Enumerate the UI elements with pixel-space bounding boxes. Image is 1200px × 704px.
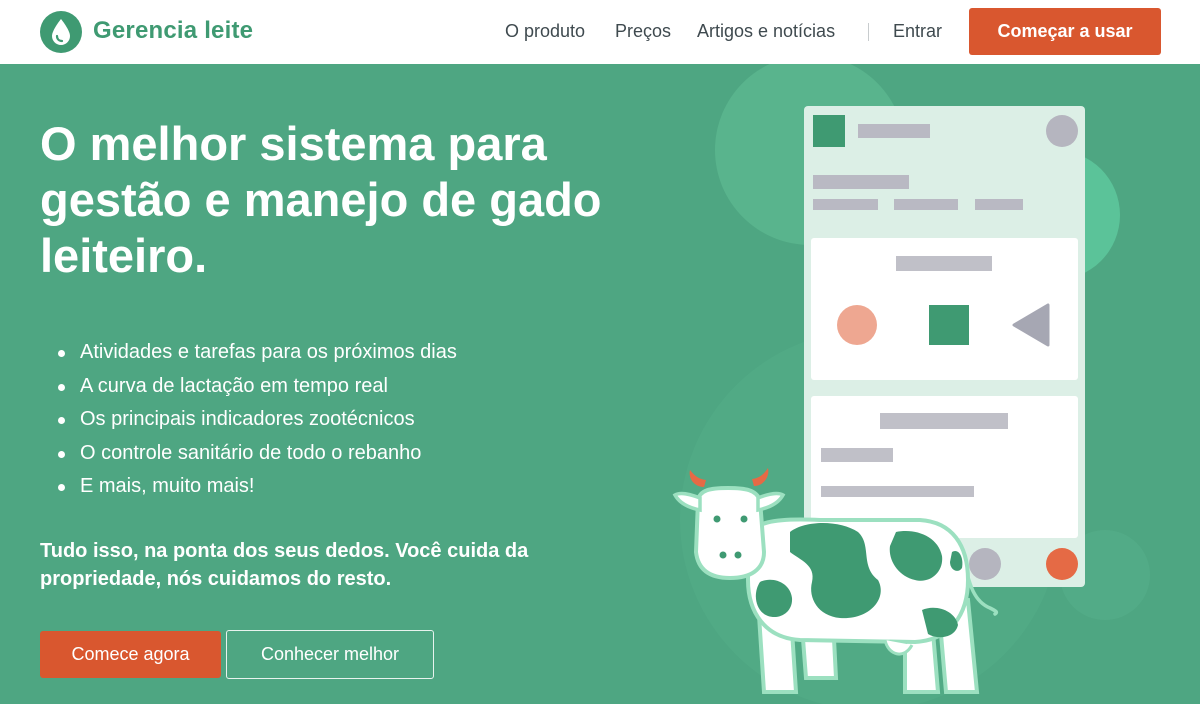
start-using-button[interactable]: Começar a usar: [969, 8, 1161, 55]
nav-link-articles[interactable]: Artigos e notícias: [697, 21, 835, 42]
feature-list: Atividades e tarefas para os próximos di…: [58, 336, 457, 504]
phone-mockup: [804, 106, 1085, 587]
feature-item: Atividades e tarefas para os próximos di…: [58, 336, 457, 370]
hero-section: O melhor sistema para gestão e manejo de…: [0, 64, 1200, 704]
milk-drop-icon[interactable]: [40, 11, 82, 53]
nav-divider: [868, 23, 869, 41]
feature-item: E mais, muito mais!: [58, 470, 457, 504]
hero-tagline: Tudo isso, na ponta dos seus dedos. Você…: [40, 540, 529, 590]
hero-title: O melhor sistema para gestão e manejo de…: [40, 117, 602, 282]
brand-name[interactable]: Gerencia leite: [93, 17, 253, 45]
learn-more-button[interactable]: Conhecer melhor: [226, 630, 434, 679]
login-link[interactable]: Entrar: [893, 21, 942, 42]
nav-link-pricing[interactable]: Preços: [615, 21, 671, 42]
nav-link-product[interactable]: O produto: [505, 21, 585, 42]
top-navigation-bar: Gerencia leite O produto Preços Artigos …: [0, 0, 1200, 64]
start-now-button[interactable]: Comece agora: [40, 631, 221, 678]
app-mockup-illustration: [672, 64, 1150, 704]
feature-item: Os principais indicadores zootécnicos: [58, 403, 457, 437]
feature-item: O controle sanitário de todo o rebanho: [58, 437, 457, 471]
feature-item: A curva de lactação em tempo real: [58, 370, 457, 404]
